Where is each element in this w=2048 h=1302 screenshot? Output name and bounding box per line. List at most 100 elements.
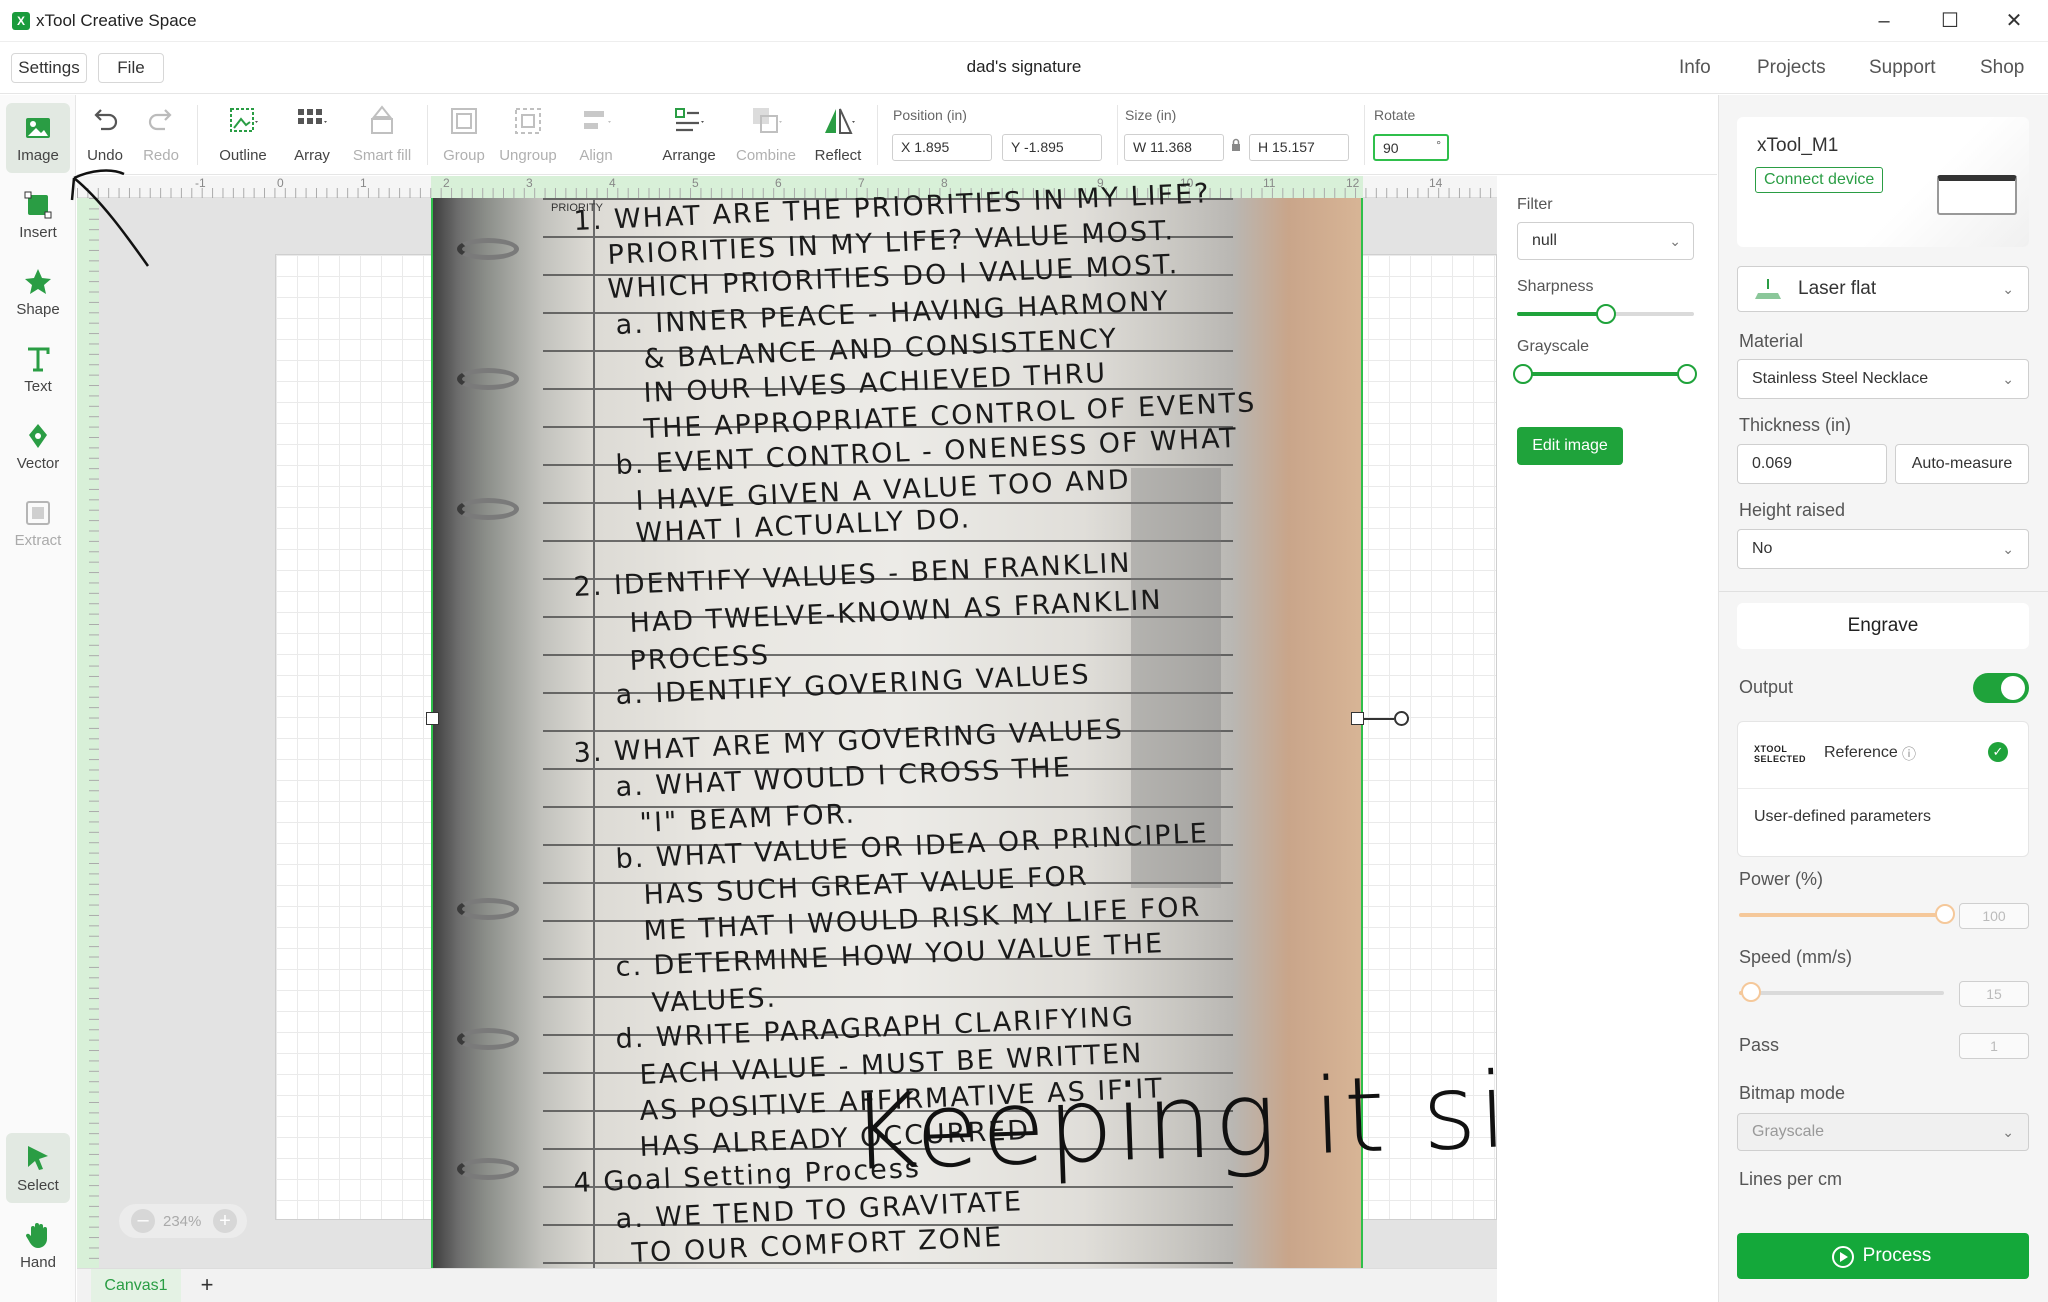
smart-fill-button[interactable]: Smart fill [349, 103, 415, 173]
chevron-down-icon: ⌄ [2002, 371, 2014, 387]
zoom-in-button[interactable]: + [213, 1209, 237, 1233]
settings-button[interactable]: Settings [11, 53, 87, 83]
tool-label: Insert [19, 224, 57, 241]
tool-image[interactable]: Image [6, 103, 70, 173]
tool-text[interactable]: Text [6, 334, 70, 404]
power-slider-handle[interactable] [1935, 904, 1955, 924]
size-label: Size (in) [1125, 107, 1177, 123]
power-input[interactable]: 100 [1959, 903, 2029, 929]
engrave-tab[interactable]: Engrave [1737, 603, 2029, 649]
ruler-label: 11 [1263, 176, 1276, 190]
resize-handle-left[interactable] [426, 712, 439, 725]
outline-icon [230, 108, 258, 132]
connect-device-button[interactable]: Connect device [1755, 167, 1884, 193]
combine-button[interactable]: Combine [735, 103, 797, 173]
lines-per-cm-label: Lines per cm [1739, 1169, 1843, 1189]
selection-border-left [431, 198, 433, 1268]
tool-select[interactable]: Select [6, 1133, 70, 1203]
align-label: Align [579, 147, 613, 164]
grayscale-label: Grayscale [1517, 338, 1590, 355]
filter-select[interactable]: null ⌄ [1517, 222, 1694, 260]
pass-input[interactable]: 1 [1959, 1033, 2029, 1059]
check-icon: ✓ [1988, 742, 2008, 762]
speed-input[interactable]: 15 [1959, 981, 2029, 1007]
outline-label: Outline [219, 147, 267, 164]
ungroup-button[interactable]: Ungroup [497, 103, 559, 173]
filter-value: null [1532, 232, 1557, 249]
file-button[interactable]: File [98, 53, 164, 83]
ruler-vertical [77, 198, 99, 1268]
user-defined-option[interactable]: User-defined parameters [1754, 808, 1931, 826]
tool-extract[interactable]: Extract [6, 488, 70, 558]
speed-slider-handle[interactable] [1741, 982, 1761, 1002]
tool-insert[interactable]: Insert [6, 180, 70, 250]
rotate-handle[interactable] [1394, 711, 1409, 726]
info-link[interactable]: Info [1679, 57, 1711, 79]
auto-measure-button[interactable]: Auto-measure [1895, 444, 2029, 484]
processing-mode-select[interactable]: Laser flat ⌄ [1737, 266, 2029, 312]
position-x-input[interactable]: X 1.895 [892, 134, 992, 161]
projects-link[interactable]: Projects [1757, 57, 1826, 79]
rotate-value: 90 [1383, 140, 1399, 156]
height-raised-label: Height raised [1739, 500, 1846, 520]
zoom-out-button[interactable]: – [131, 1209, 155, 1233]
reflect-button[interactable]: Reflect [813, 103, 863, 173]
rotate-handle-stem [1364, 718, 1394, 720]
sharpness-label: Sharpness [1517, 278, 1594, 295]
output-label: Output [1739, 677, 1794, 697]
arrange-button[interactable]: Arrange [661, 103, 717, 173]
resize-handle-right[interactable] [1351, 712, 1364, 725]
height-value: No [1752, 540, 1773, 557]
output-toggle[interactable] [1973, 673, 2029, 703]
canvas-tab[interactable]: Canvas1 [91, 1269, 181, 1302]
design-canvas[interactable]: -1 0 1 2 3 4 5 6 7 8 9 10 11 12 14 PRIOR… [77, 176, 1497, 1268]
ungroup-label: Ungroup [499, 147, 557, 164]
rotate-input[interactable]: 90 ° [1373, 134, 1449, 161]
bitmap-mode-select[interactable]: Grayscale ⌄ [1737, 1113, 2029, 1151]
grayscale-max-handle[interactable] [1677, 364, 1697, 384]
top-toolbar: Undo Redo Outline Array Smart fill Group… [77, 95, 1717, 175]
material-value: Stainless Steel Necklace [1752, 370, 1929, 387]
panel-divider [1719, 591, 2048, 592]
size-width-input[interactable]: W 11.368 [1124, 134, 1224, 161]
group-button[interactable]: Group [440, 103, 488, 173]
tool-hand[interactable]: Hand [6, 1210, 70, 1280]
outline-button[interactable]: Outline [213, 103, 273, 173]
laser-flat-icon [1755, 279, 1781, 299]
speed-slider-track[interactable] [1739, 991, 1944, 995]
tool-vector[interactable]: Vector [6, 411, 70, 481]
support-link[interactable]: Support [1869, 57, 1936, 79]
zoom-control: – 234% + [119, 1204, 247, 1238]
align-button[interactable]: Align [573, 103, 619, 173]
ruler-label: 14 [1429, 176, 1443, 190]
thickness-input[interactable]: 0.069 [1737, 444, 1887, 484]
lock-ratio-icon[interactable] [1231, 138, 1241, 152]
title-bar: X xTool Creative Space – ☐ ✕ [0, 0, 2048, 42]
bitmap-value: Grayscale [1752, 1123, 1825, 1140]
shop-link[interactable]: Shop [1980, 57, 2024, 79]
info-icon[interactable]: ⓘ [1902, 744, 1916, 764]
height-raised-select[interactable]: No ⌄ [1737, 529, 2029, 569]
text-icon [28, 347, 50, 372]
material-select[interactable]: Stainless Steel Necklace ⌄ [1737, 359, 2029, 399]
toolbar-divider [1364, 105, 1365, 165]
edit-image-button[interactable]: Edit image [1517, 427, 1623, 465]
sharpness-slider-handle[interactable] [1595, 304, 1616, 324]
close-button[interactable]: ✕ [1992, 6, 2036, 36]
card-divider [1738, 788, 2028, 789]
size-height-input[interactable]: H 15.157 [1249, 134, 1349, 161]
array-button[interactable]: Array [287, 103, 337, 173]
grayscale-slider-track[interactable] [1517, 372, 1694, 376]
power-slider-track[interactable] [1739, 913, 1944, 917]
position-y-input[interactable]: Y -1.895 [1002, 134, 1102, 161]
process-button[interactable]: Process [1737, 1233, 2029, 1279]
add-canvas-button[interactable]: + [195, 1269, 219, 1302]
maximize-button[interactable]: ☐ [1928, 6, 1972, 36]
tool-shape[interactable]: Shape [6, 257, 70, 327]
minimize-button[interactable]: – [1862, 6, 1906, 36]
reference-option[interactable]: Reference [1824, 744, 1898, 762]
thickness-label: Thickness (in) [1739, 415, 1852, 435]
grayscale-min-handle[interactable] [1513, 364, 1533, 384]
filter-label: Filter [1517, 196, 1553, 213]
device-card: xTool_M1 Connect device [1737, 117, 2029, 247]
